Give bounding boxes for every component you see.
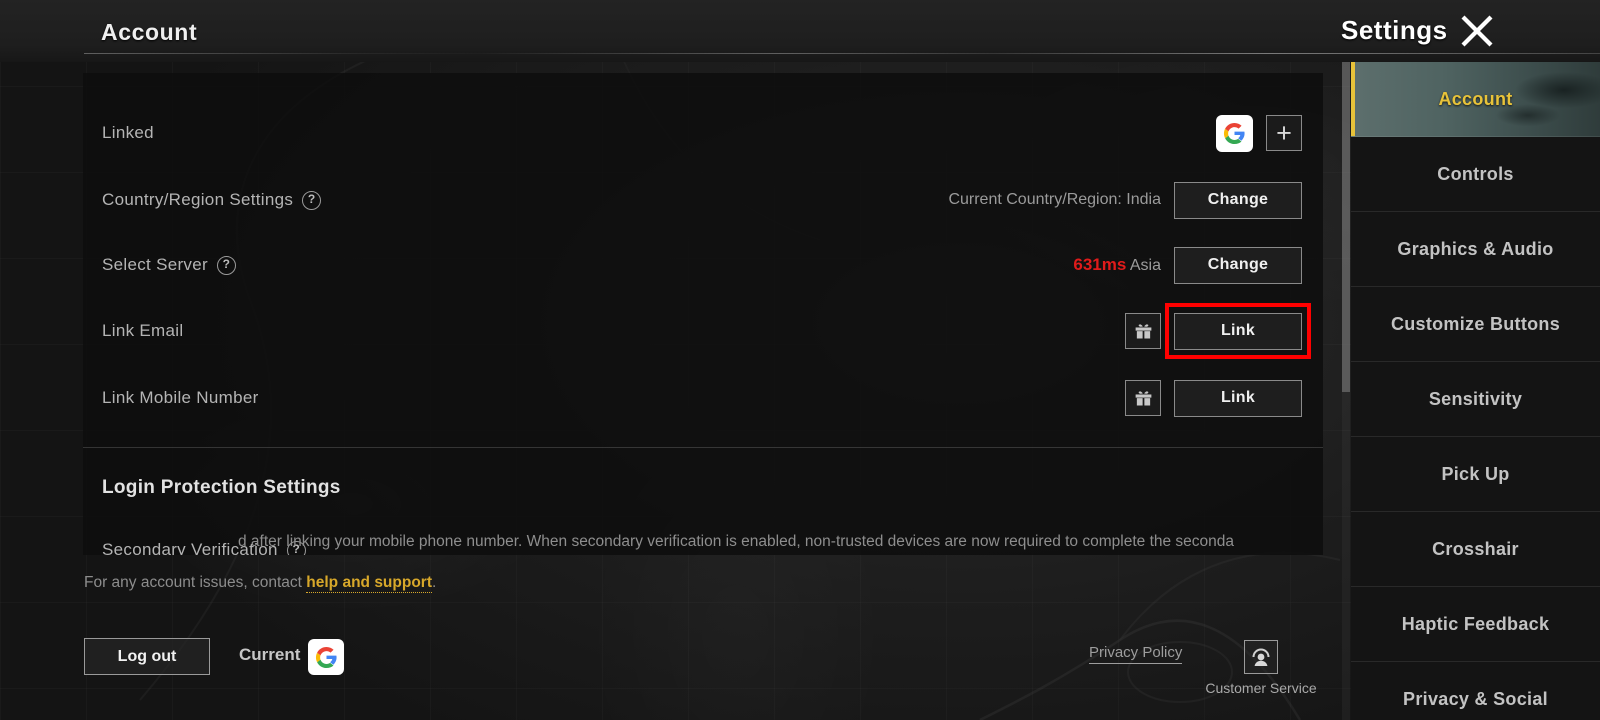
row-linked-label: Linked bbox=[102, 123, 154, 143]
sidebar-item-haptic-feedback[interactable]: Haptic Feedback bbox=[1351, 587, 1600, 662]
sidebar-item-customize-buttons[interactable]: Customize Buttons bbox=[1351, 287, 1600, 362]
row-link-email-controls: Link bbox=[1125, 312, 1302, 350]
row-link-mobile-controls: Link bbox=[1125, 379, 1302, 417]
settings-sidebar: Account Controls Graphics & Audio Custom… bbox=[1351, 62, 1600, 720]
sidebar-item-label: Pick Up bbox=[1441, 463, 1510, 484]
row-linked: Linked + bbox=[83, 100, 1323, 166]
page-title: Account bbox=[101, 19, 198, 45]
row-link-email: Link Email Link bbox=[83, 298, 1323, 364]
secondary-verification-description: d after linking your mobile phone number… bbox=[238, 533, 1235, 550]
current-country-value: Current Country/Region: India bbox=[948, 191, 1161, 208]
current-account-label: Current bbox=[239, 645, 301, 664]
login-protection-title: Login Protection Settings bbox=[102, 477, 341, 498]
row-select-server-label: Select Server bbox=[102, 255, 236, 275]
current-google-icon[interactable] bbox=[308, 639, 344, 675]
sidebar-item-graphics-audio[interactable]: Graphics & Audio bbox=[1351, 212, 1600, 287]
support-prefix: For any account issues, contact bbox=[84, 574, 307, 591]
privacy-policy-link[interactable]: Privacy Policy bbox=[1089, 644, 1183, 664]
sidebar-item-controls[interactable]: Controls bbox=[1351, 137, 1600, 212]
gift-icon-mobile[interactable] bbox=[1125, 380, 1161, 416]
sidebar-item-label: Privacy & Social bbox=[1403, 688, 1548, 709]
row-country-region: Country/Region Settings Current Country/… bbox=[83, 167, 1323, 233]
sidebar-item-sensitivity[interactable]: Sensitivity bbox=[1351, 362, 1600, 437]
add-account-button[interactable]: + bbox=[1266, 115, 1302, 151]
sidebar-item-label: Account bbox=[1438, 88, 1513, 109]
sidebar-item-label: Crosshair bbox=[1432, 538, 1519, 559]
row-link-mobile-label-text: Link Mobile Number bbox=[102, 388, 259, 407]
link-email-button[interactable]: Link bbox=[1174, 312, 1302, 350]
section-divider bbox=[83, 447, 1323, 448]
change-country-button[interactable]: Change bbox=[1174, 181, 1302, 219]
row-link-mobile: Link Mobile Number Link bbox=[83, 365, 1323, 431]
row-country-region-label: Country/Region Settings bbox=[102, 190, 322, 210]
ping-unit: ms bbox=[1101, 255, 1127, 274]
ping-value: 631 bbox=[1073, 255, 1102, 274]
row-country-region-controls: Current Country/Region: India Change bbox=[948, 181, 1302, 219]
change-server-button[interactable]: Change bbox=[1174, 246, 1302, 284]
sidebar-item-label: Haptic Feedback bbox=[1401, 613, 1550, 634]
row-link-mobile-label: Link Mobile Number bbox=[102, 388, 259, 408]
server-status: 631ms Asia bbox=[1073, 255, 1161, 275]
row-select-server-controls: 631ms Asia Change bbox=[1073, 246, 1302, 284]
google-icon[interactable] bbox=[1216, 114, 1253, 152]
link-mobile-button[interactable]: Link bbox=[1174, 379, 1302, 417]
settings-title: Settings bbox=[1341, 15, 1448, 45]
help-icon-select-server[interactable] bbox=[216, 255, 236, 275]
gift-icon-email[interactable] bbox=[1125, 313, 1161, 349]
account-settings-panel: Linked + Country/Region Settings Current… bbox=[83, 73, 1323, 555]
support-line: For any account issues, contact help and… bbox=[84, 574, 437, 593]
close-icon[interactable] bbox=[1457, 11, 1497, 51]
sidebar-item-pick-up[interactable]: Pick Up bbox=[1351, 437, 1600, 512]
customer-service-label: Customer Service bbox=[1205, 680, 1317, 696]
row-linked-controls: + bbox=[1216, 114, 1302, 152]
customer-service-button[interactable]: Customer Service bbox=[1198, 640, 1324, 696]
row-select-server: Select Server 631ms Asia Change bbox=[83, 232, 1323, 298]
row-country-region-label-text: Country/Region Settings bbox=[102, 190, 294, 209]
sidebar-item-crosshair[interactable]: Crosshair bbox=[1351, 512, 1600, 587]
server-name: Asia bbox=[1129, 257, 1161, 274]
plus-icon: + bbox=[1276, 117, 1292, 148]
help-icon-country-region[interactable] bbox=[302, 190, 322, 210]
row-select-server-label-text: Select Server bbox=[102, 255, 208, 274]
sidebar-scrollbar-thumb[interactable] bbox=[1342, 62, 1350, 392]
help-and-support-link[interactable]: help and support bbox=[306, 574, 432, 593]
sidebar-item-privacy-social[interactable]: Privacy & Social bbox=[1351, 662, 1600, 720]
sidebar-item-label: Sensitivity bbox=[1428, 388, 1523, 409]
sidebar-item-label: Controls bbox=[1437, 163, 1514, 184]
sidebar-item-account[interactable]: Account bbox=[1351, 62, 1600, 137]
support-suffix: . bbox=[432, 574, 437, 591]
row-link-email-label-text: Link Email bbox=[102, 321, 184, 340]
sidebar-scrollbar[interactable] bbox=[1342, 62, 1350, 720]
sidebar-item-label: Graphics & Audio bbox=[1397, 238, 1554, 259]
header-divider bbox=[84, 53, 1600, 54]
sidebar-item-label: Customize Buttons bbox=[1390, 313, 1561, 334]
headset-icon bbox=[1244, 640, 1278, 674]
row-linked-label-text: Linked bbox=[102, 123, 154, 142]
row-link-email-label: Link Email bbox=[102, 321, 183, 341]
logout-button[interactable]: Log out bbox=[84, 638, 210, 675]
